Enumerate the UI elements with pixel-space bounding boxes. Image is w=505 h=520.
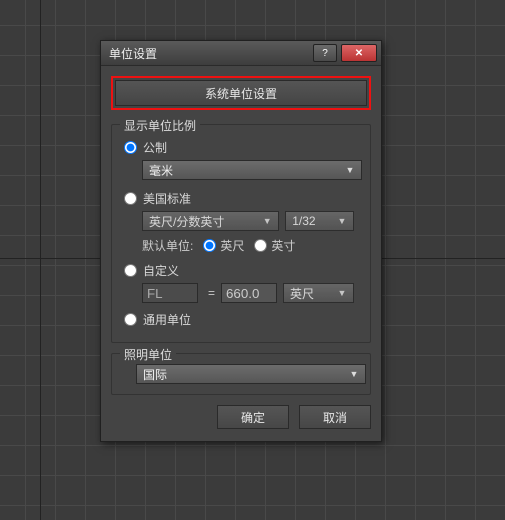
feet-label: 英尺 (220, 237, 244, 254)
system-unit-highlight: 系统单位设置 (111, 76, 371, 110)
equals-label: = (208, 286, 215, 300)
lighting-unit-group: 照明单位 国际 ▼ (111, 353, 371, 395)
chevron-down-icon: ▼ (260, 216, 274, 226)
lighting-unit-value: 国际 (143, 366, 167, 383)
metric-radio[interactable] (124, 141, 137, 154)
lighting-unit-legend: 照明单位 (120, 346, 176, 363)
titlebar[interactable]: 单位设置 ? ✕ (101, 41, 381, 66)
dialog-body: 系统单位设置 显示单位比例 公制 毫米 ▼ 美国标准 英尺/分数英寸 (101, 66, 381, 441)
default-unit-row: 默认单位: 英尺 英寸 (142, 237, 360, 254)
us-format-value: 英尺/分数英寸 (149, 213, 224, 230)
custom-unit-value: 英尺 (290, 285, 314, 302)
close-button[interactable]: ✕ (341, 44, 377, 62)
custom-label: 自定义 (143, 262, 179, 279)
display-unit-legend: 显示单位比例 (120, 117, 200, 134)
custom-prefix-input[interactable] (142, 283, 198, 303)
custom-unit-select[interactable]: 英尺 ▼ (283, 283, 354, 303)
custom-radio[interactable] (124, 264, 137, 277)
us-format-select[interactable]: 英尺/分数英寸 ▼ (142, 211, 279, 231)
metric-label: 公制 (143, 139, 167, 156)
ok-button[interactable]: 确定 (217, 405, 289, 429)
feet-option[interactable]: 英尺 (203, 237, 244, 254)
us-label: 美国标准 (143, 190, 191, 207)
help-button[interactable]: ? (313, 44, 337, 62)
us-radio[interactable] (124, 192, 137, 205)
chevron-down-icon: ▼ (335, 216, 349, 226)
us-row: 英尺/分数英寸 ▼ 1/32 ▼ (142, 211, 360, 231)
generic-option[interactable]: 通用单位 (122, 311, 360, 328)
units-setup-dialog: 单位设置 ? ✕ 系统单位设置 显示单位比例 公制 毫米 ▼ 美国标准 (100, 40, 382, 442)
display-unit-group: 显示单位比例 公制 毫米 ▼ 美国标准 英尺/分数英寸 ▼ (111, 124, 371, 343)
custom-option[interactable]: 自定义 (122, 262, 360, 279)
feet-radio[interactable] (203, 239, 216, 252)
us-option[interactable]: 美国标准 (122, 190, 360, 207)
chevron-down-icon: ▼ (343, 165, 357, 175)
system-unit-setup-button[interactable]: 系统单位设置 (115, 80, 367, 106)
window-title: 单位设置 (109, 45, 309, 62)
lighting-unit-select[interactable]: 国际 ▼ (136, 364, 366, 384)
inch-label: 英寸 (271, 237, 295, 254)
generic-label: 通用单位 (143, 311, 191, 328)
generic-radio[interactable] (124, 313, 137, 326)
custom-value-input[interactable] (221, 283, 277, 303)
inch-radio[interactable] (254, 239, 267, 252)
metric-option[interactable]: 公制 (122, 139, 360, 156)
custom-row: = 英尺 ▼ (142, 283, 360, 303)
chevron-down-icon: ▼ (347, 369, 361, 379)
inch-option[interactable]: 英寸 (254, 237, 295, 254)
dialog-buttons: 确定 取消 (111, 405, 371, 429)
us-fraction-value: 1/32 (292, 214, 315, 228)
viewport-vertical (40, 0, 41, 520)
metric-unit-value: 毫米 (149, 162, 173, 179)
us-fraction-select[interactable]: 1/32 ▼ (285, 211, 354, 231)
metric-unit-select[interactable]: 毫米 ▼ (142, 160, 362, 180)
chevron-down-icon: ▼ (335, 288, 349, 298)
default-unit-label: 默认单位: (142, 237, 193, 254)
cancel-button[interactable]: 取消 (299, 405, 371, 429)
